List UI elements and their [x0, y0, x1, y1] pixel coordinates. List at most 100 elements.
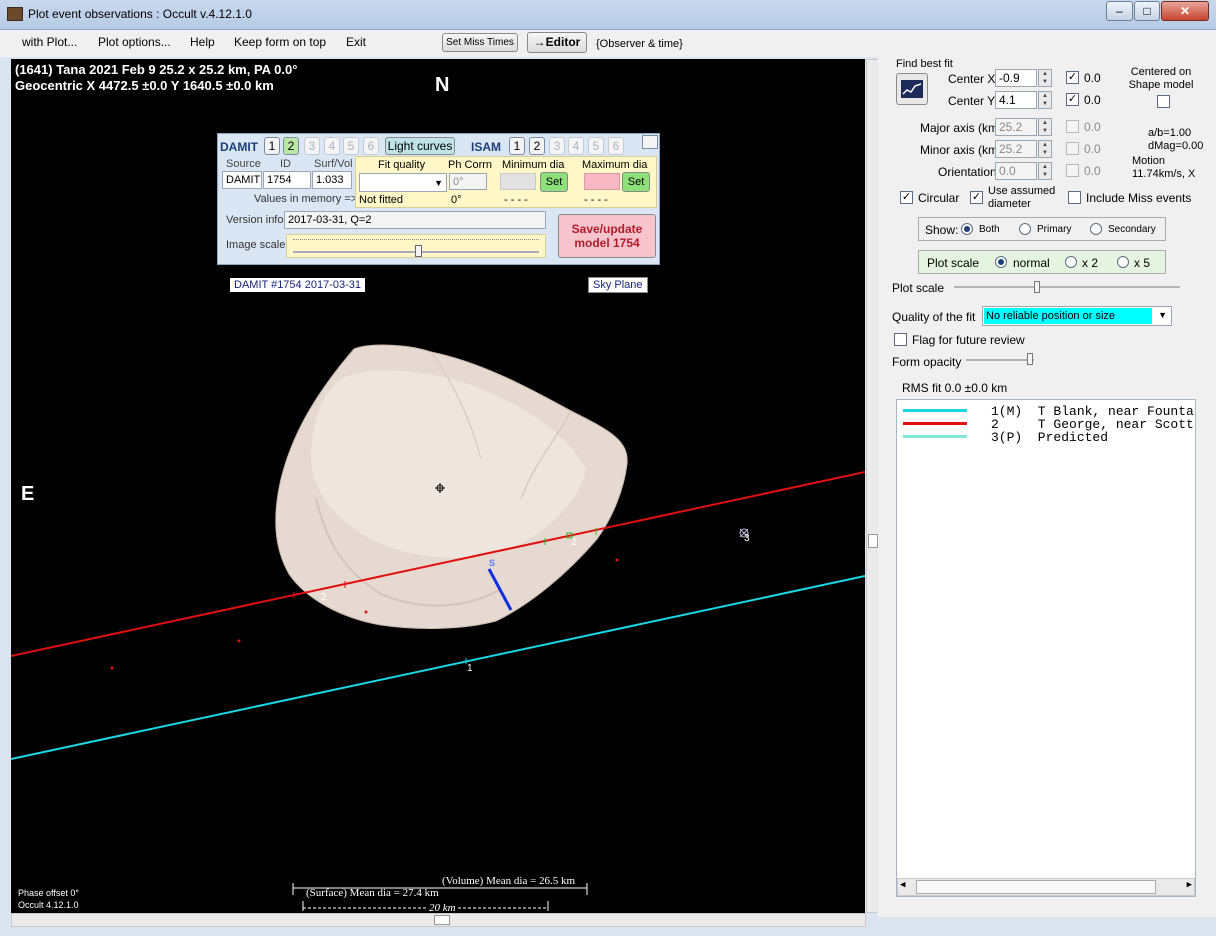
major-axis-input[interactable]: 25.2: [995, 118, 1037, 136]
plot-scale-slider-thumb[interactable]: [1034, 281, 1040, 293]
menu-help[interactable]: Help: [190, 35, 215, 49]
observer-legend-list[interactable]: 1(M) T Blank, near Founta 2 T George, ne…: [896, 399, 1196, 897]
ab-ratio: a/b=1.00: [1148, 127, 1192, 139]
center-y-label: Center Y: [948, 94, 996, 108]
damit-panel: DAMIT 1 2 3 4 5 6 Light curves ISAM 1 2 …: [217, 133, 660, 265]
plot-scale-slider[interactable]: [954, 286, 1180, 288]
plot-header-line1: (1641) Tana 2021 Feb 9 25.2 x 25.2 km, P…: [15, 62, 298, 77]
hscroll-thumb[interactable]: [434, 915, 450, 925]
legend-hscroll-thumb[interactable]: [916, 880, 1156, 894]
use-assumed-checkbox[interactable]: ✓: [970, 191, 983, 204]
scale-x2-radio[interactable]: [1065, 256, 1077, 268]
menu-with-plot[interactable]: with Plot...: [22, 35, 77, 49]
set-max-button[interactable]: Set: [622, 172, 650, 192]
max-dia-memory: - - - -: [584, 194, 608, 206]
motion-value: 11.74km/s, X: [1132, 168, 1196, 180]
damit-btn-6[interactable]: 6: [363, 137, 379, 155]
isam-btn-4[interactable]: 4: [568, 137, 584, 155]
circular-checkbox[interactable]: ✓: [900, 191, 913, 204]
center-y-input[interactable]: 4.1: [995, 91, 1037, 109]
image-scale-slider[interactable]: [286, 234, 546, 258]
editor-button[interactable]: →Editor: [527, 32, 587, 53]
ph-corrn-field[interactable]: 0°: [449, 173, 487, 190]
vscroll-thumb[interactable]: [868, 534, 878, 548]
quality-of-fit-select[interactable]: No reliable position or size ▼: [982, 306, 1172, 326]
chevron-down-icon: ▼: [1158, 310, 1167, 320]
plot-hscrollbar[interactable]: [11, 913, 866, 927]
centered-on-shape-label: Centered on Shape model: [1128, 66, 1194, 91]
ph-corrn-header: Ph Corrn: [448, 159, 493, 171]
find-best-fit-button[interactable]: [896, 73, 928, 105]
circular-label: Circular: [918, 191, 960, 205]
isam-btn-5[interactable]: 5: [588, 137, 604, 155]
close-button[interactable]: ✕: [1161, 1, 1209, 21]
maximize-button[interactable]: □: [1134, 1, 1160, 21]
show-primary-radio[interactable]: [1019, 223, 1031, 235]
damit-btn-5[interactable]: 5: [343, 137, 359, 155]
form-opacity-slider[interactable]: [966, 359, 1034, 361]
include-miss-label: Include Miss events: [1086, 191, 1192, 205]
form-opacity-slider-thumb[interactable]: [1027, 353, 1033, 365]
menu-plot-options[interactable]: Plot options...: [98, 35, 171, 49]
damit-btn-3[interactable]: 3: [304, 137, 320, 155]
max-dia-field[interactable]: [584, 173, 620, 190]
flag-future-checkbox[interactable]: [894, 333, 907, 346]
isam-btn-6[interactable]: 6: [608, 137, 624, 155]
center-x-checkbox[interactable]: ✓: [1066, 71, 1079, 84]
slider-thumb[interactable]: [415, 245, 422, 257]
plot-header-line2: Geocentric X 4472.5 ±0.0 Y 1640.5 ±0.0 k…: [15, 78, 274, 93]
orientation-spinner[interactable]: ▲ ▼: [1038, 162, 1052, 180]
minimize-button[interactable]: –: [1106, 1, 1133, 21]
source-field: DAMIT: [222, 171, 262, 189]
center-y-checkbox[interactable]: ✓: [1066, 93, 1079, 106]
damit-btn-1[interactable]: 1: [264, 137, 280, 155]
scroll-right-icon[interactable]: ▶: [1187, 880, 1192, 890]
menu-bar: with Plot... Plot options... Help Keep f…: [0, 30, 1216, 57]
orientation-input[interactable]: 0.0: [995, 162, 1037, 180]
center-x-spinner[interactable]: ▲ ▼: [1038, 69, 1052, 87]
center-x-input[interactable]: -0.9: [995, 69, 1037, 87]
isam-btn-1[interactable]: 1: [509, 137, 525, 155]
fit-table: Fit quality Ph Corrn Minimum dia Maximum…: [355, 156, 657, 208]
legend-row[interactable]: 1(M) T Blank, near Founta: [897, 404, 1195, 419]
show-both-radio[interactable]: [961, 223, 973, 235]
use-assumed-label: Use assumed diameter: [988, 185, 1056, 210]
minor-axis-input[interactable]: 25.2: [995, 140, 1037, 158]
show-secondary-radio[interactable]: [1090, 223, 1102, 235]
centered-on-shape-checkbox[interactable]: [1157, 95, 1170, 108]
find-best-fit-label: Find best fit: [896, 58, 953, 70]
orientation-label: Orientation: [938, 165, 997, 179]
center-x-label: Center X: [948, 72, 996, 86]
isam-btn-2[interactable]: 2: [529, 137, 545, 155]
min-dia-field[interactable]: [500, 173, 536, 190]
show-primary-label: Primary: [1037, 224, 1072, 235]
menu-exit[interactable]: Exit: [346, 35, 366, 49]
center-y-spinner[interactable]: ▲ ▼: [1038, 91, 1052, 109]
set-miss-times-button[interactable]: Set Miss Times: [442, 33, 518, 52]
include-miss-checkbox[interactable]: [1068, 191, 1081, 204]
isam-btn-3[interactable]: 3: [549, 137, 565, 155]
scroll-left-icon[interactable]: ◀: [900, 880, 905, 890]
chart-icon: [901, 80, 923, 98]
damit-btn-2[interactable]: 2: [283, 137, 299, 155]
damit-label: DAMIT: [220, 140, 258, 154]
light-curves-button[interactable]: Light curves: [385, 137, 455, 155]
set-min-button[interactable]: Set: [540, 172, 568, 192]
menu-keep-on-top[interactable]: Keep form on top: [234, 35, 326, 49]
major-axis-spinner[interactable]: ▲ ▼: [1038, 118, 1052, 136]
scale-normal-radio[interactable]: [995, 256, 1007, 268]
fit-quality-select[interactable]: ▼: [359, 173, 447, 192]
scale-x5-radio[interactable]: [1117, 256, 1129, 268]
collapse-panel-button[interactable]: [642, 135, 658, 149]
legend-hscrollbar[interactable]: ◀ ▶: [897, 878, 1195, 896]
legend-swatch-aqua: [903, 435, 967, 438]
plot-scale-group: Plot scale normal x 2 x 5: [918, 250, 1166, 274]
legend-row[interactable]: 2 T George, near Scott: [897, 417, 1195, 432]
damit-btn-4[interactable]: 4: [324, 137, 340, 155]
minor-axis-spinner[interactable]: ▲ ▼: [1038, 140, 1052, 158]
minor-axis-checkbox[interactable]: [1066, 142, 1079, 155]
orientation-checkbox[interactable]: [1066, 164, 1079, 177]
legend-row[interactable]: 3(P) Predicted: [897, 430, 1195, 445]
save-update-model-button[interactable]: Save/update model 1754: [558, 214, 656, 258]
major-axis-checkbox[interactable]: [1066, 120, 1079, 133]
